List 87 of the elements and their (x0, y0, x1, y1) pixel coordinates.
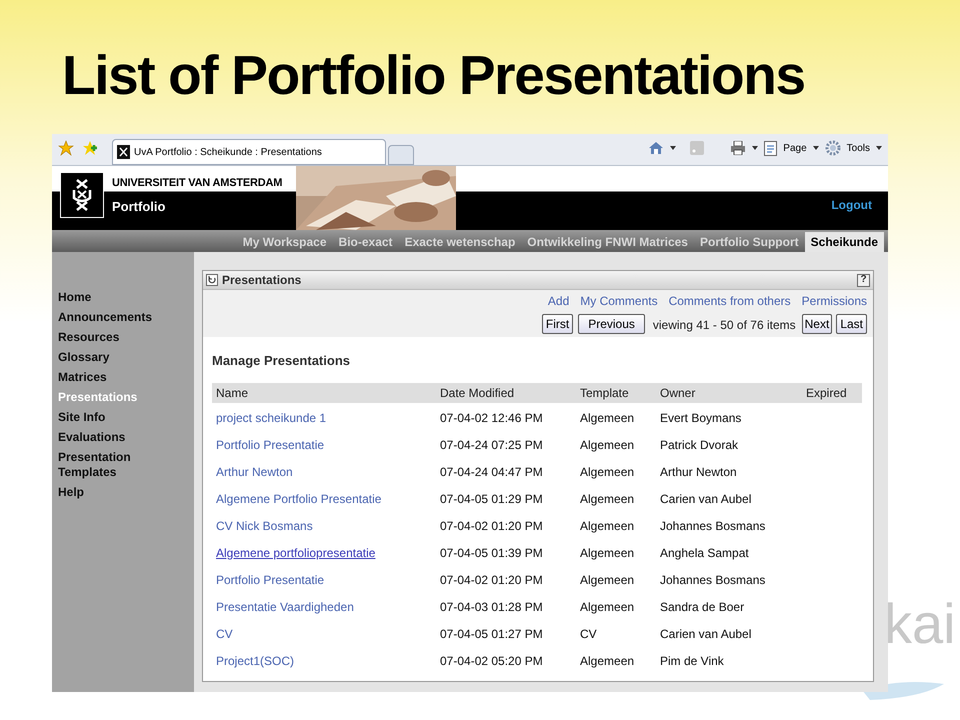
column-header: Date Modified (436, 382, 576, 402)
column-header: Template (576, 382, 656, 402)
panel-title: Presentations (222, 272, 302, 289)
logout-link[interactable]: Logout (831, 196, 872, 214)
column-header: Expired (802, 382, 862, 402)
table-cell-text: 07-04-05 01:29 PM (439, 490, 544, 508)
table-cell-text: Algemeen (579, 436, 636, 454)
column-header: Owner (656, 382, 802, 402)
table-cell-text: Patrick Dvorak (659, 436, 740, 454)
column-header: Name (212, 382, 436, 402)
table-cell-text: CV (579, 626, 598, 642)
table-cell-text: Carien van Aubel (659, 626, 752, 642)
sidebar-link[interactable]: Announcements (58, 310, 168, 325)
page-menu[interactable]: Page (783, 140, 807, 156)
table-cell: Evert Boymans (656, 402, 802, 430)
product-name: Portfolio (112, 198, 166, 216)
table-cell-text: 07-04-02 01:20 PM (439, 518, 544, 534)
table-cell-text: 07-04-24 07:25 PM (439, 436, 544, 454)
action-link[interactable]: Add (548, 292, 570, 310)
presentation-link[interactable]: Project1(SOC) (216, 654, 294, 668)
table-cell-text: 07-04-02 01:20 PM (439, 572, 544, 588)
sidebar-link[interactable]: Home (58, 290, 168, 305)
sidebar-link[interactable]: Presentation Templates (58, 450, 168, 480)
printer-icon[interactable] (730, 141, 746, 155)
home-icon[interactable] (648, 140, 664, 156)
star-icon[interactable] (58, 140, 74, 156)
table-cell-text: Algemeen (579, 572, 636, 588)
presentation-link[interactable]: Portfolio Presentatie (216, 438, 324, 452)
table-cell-text: Algemeen (579, 652, 636, 670)
table-cell-text: 07-04-05 01:27 PM (439, 626, 544, 642)
slide-title: List of Portfolio Presentations (62, 48, 805, 103)
presentation-link[interactable]: CV Nick Bosmans (216, 518, 313, 532)
table-cell-text: 07-04-02 05:20 PM (439, 652, 544, 670)
pager-status: viewing 41 - 50 of 76 items (652, 317, 796, 334)
table-cell-text: Algemeen (579, 490, 636, 508)
sidebar-link[interactable]: Site Info (58, 410, 168, 425)
sidebar-link[interactable]: Evaluations (58, 430, 168, 445)
help-button[interactable]: ? (857, 274, 870, 286)
table-cell-text: Algemeen (579, 464, 636, 480)
table-cell-text: Algemeen (579, 598, 636, 616)
section-heading: Manage Presentations (212, 352, 351, 370)
table-cell-text: Algemeen (579, 544, 636, 562)
presentation-link[interactable]: Arthur Newton (216, 464, 293, 478)
presentation-link[interactable]: Algemene Portfolio Presentatie (216, 492, 382, 506)
table-cell-text: Johannes Bosmans (659, 518, 766, 534)
presentation-link[interactable]: Portfolio Presentatie (216, 572, 324, 586)
gear-icon[interactable] (824, 140, 841, 156)
sidebar-link[interactable]: Resources (58, 330, 168, 345)
university-name: UNIVERSITEIT VAN AMSTERDAM (112, 176, 282, 191)
crosses-icon (71, 178, 93, 212)
table-cell: Algemeen (576, 402, 656, 430)
presentation-link[interactable]: Presentatie Vaardigheden (216, 600, 354, 614)
table-cell-text: 07-04-24 04:47 PM (439, 464, 544, 480)
table-cell-text: Pim de Vink (659, 652, 725, 670)
table-cell-text: Johannes Bosmans (659, 572, 766, 588)
table-cell-text: 07-04-05 01:39 PM (439, 544, 544, 562)
tools-menu[interactable]: Tools (846, 140, 870, 156)
sidebar-link[interactable]: Matrices (58, 370, 168, 385)
refresh-icon[interactable] (206, 274, 218, 286)
first-button[interactable]: First (542, 314, 574, 334)
presentation-link[interactable]: Algemene portfoliopresentatie (216, 546, 376, 560)
last-button[interactable]: Last (836, 314, 867, 334)
tab-title: UvA Portfolio : Scheikunde : Presentations (134, 146, 322, 160)
presentation-link[interactable]: project scheikunde 1 (216, 410, 326, 424)
action-link[interactable]: My Comments (580, 292, 658, 310)
page-icon[interactable] (764, 140, 778, 156)
caret-icon[interactable] (812, 146, 819, 150)
browser-tab[interactable]: UvA Portfolio : Scheikunde : Presentations (112, 139, 386, 165)
table-cell-text: Anghela Sampat (659, 544, 750, 562)
sidebar-link[interactable]: Help (58, 485, 168, 500)
table-cell-text: Arthur Newton (659, 464, 738, 480)
presentation-link[interactable]: CV (216, 626, 233, 640)
caret-icon[interactable] (876, 146, 882, 150)
table-cell-text: 07-04-03 01:28 PM (439, 598, 544, 616)
site-tab[interactable]: Scheikunde (804, 232, 884, 252)
table-cell: 07-04-02 12:46 PM (436, 402, 576, 430)
action-link[interactable]: Comments from others (668, 292, 791, 310)
caret-icon[interactable] (670, 146, 676, 150)
table-cell-text: Carien van Aubel (659, 490, 752, 508)
sidebar-link[interactable]: Glossary (58, 350, 168, 365)
caret-icon[interactable] (752, 146, 758, 150)
action-link[interactable]: Permissions (802, 292, 867, 310)
table-cell-text: Algemeen (579, 518, 636, 534)
previous-button[interactable]: Previous (578, 314, 645, 334)
table-cell-text: Sandra de Boer (659, 598, 746, 616)
next-button[interactable]: Next (802, 314, 832, 334)
add-favorite-icon[interactable] (82, 140, 98, 156)
